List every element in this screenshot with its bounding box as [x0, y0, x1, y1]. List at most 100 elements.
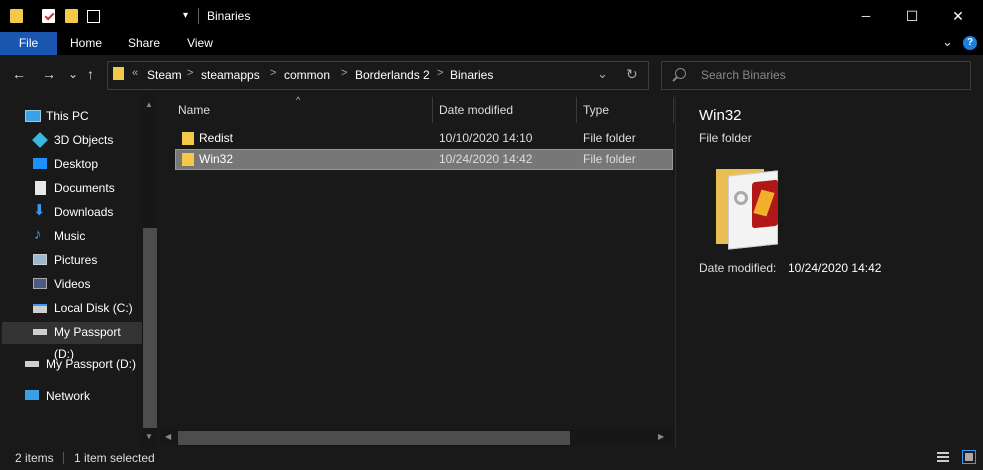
sidebar-item-network[interactable]: Network — [0, 385, 142, 407]
properties-icon[interactable] — [42, 9, 55, 23]
breadcrumb-binaries[interactable]: Binaries — [450, 68, 493, 82]
breadcrumb-separator-icon[interactable]: > — [187, 67, 193, 79]
sidebar-item-label: Desktop — [54, 157, 99, 171]
scroll-up-icon[interactable]: ▲ — [145, 100, 153, 109]
column-header-name[interactable]: Name — [178, 103, 210, 117]
sidebar-item-label: Downloads — [54, 205, 114, 219]
tab-view[interactable]: View — [176, 32, 224, 55]
sidebar-item-this-pc[interactable]: This PC — [0, 105, 142, 127]
sidebar-item-local-disk[interactable]: Local Disk (C:) — [0, 297, 142, 319]
breadcrumb-steamapps[interactable]: steamapps — [201, 68, 260, 82]
sidebar-item-downloads[interactable]: ⬇ Downloads — [0, 201, 142, 223]
help-icon[interactable]: ? — [963, 36, 977, 50]
address-dropdown-icon[interactable]: ⌄ — [597, 66, 608, 82]
pc-icon — [25, 110, 41, 122]
minimize-icon: ─ — [861, 9, 871, 23]
breadcrumb-overflow-icon[interactable]: « — [132, 67, 138, 79]
minimize-button[interactable]: ─ — [843, 0, 889, 32]
sidebar-item-label: Pictures — [54, 253, 98, 267]
file-row-win32[interactable]: Win32 10/24/2020 14:42 File folder — [175, 149, 673, 170]
details-type: File folder — [699, 131, 752, 145]
large-icons-view-icon[interactable] — [962, 450, 976, 464]
close-icon: ✕ — [952, 7, 964, 24]
up-button[interactable]: ↑ — [87, 66, 94, 82]
3d-objects-icon — [32, 132, 48, 148]
tab-share[interactable]: Share — [120, 32, 168, 55]
tab-home[interactable]: Home — [62, 32, 110, 55]
sidebar-item-label: Videos — [54, 277, 91, 291]
file-type: File folder — [583, 131, 636, 145]
drive-icon — [25, 361, 39, 367]
recent-locations-button[interactable]: ⌄ — [68, 67, 78, 81]
file-row-redist[interactable]: Redist 10/10/2020 14:10 File folder — [175, 128, 673, 149]
sidebar-item-music[interactable]: ♪ Music — [0, 225, 142, 247]
sidebar-item-3d-objects[interactable]: 3D Objects — [0, 129, 142, 151]
ribbon-tabs: File Home Share View ⌄ ? — [0, 32, 983, 55]
sidebar-item-documents[interactable]: Documents — [0, 177, 142, 199]
pictures-icon — [33, 254, 47, 265]
tab-file[interactable]: File — [0, 32, 57, 55]
sidebar-scroll-thumb[interactable] — [143, 228, 157, 428]
title-bar: ▾ Binaries ─ ☐ ✕ — [0, 0, 983, 32]
sidebar-item-label: Network — [46, 389, 91, 403]
breadcrumb-borderlands-2[interactable]: Borderlands 2 — [355, 68, 430, 82]
sidebar-item-label: Music — [54, 229, 86, 243]
column-header-type[interactable]: Type — [583, 103, 609, 117]
column-divider[interactable] — [576, 97, 577, 123]
local-disk-icon — [33, 304, 47, 313]
sidebar-item-my-passport[interactable]: My Passport (D:) — [0, 353, 142, 375]
address-folder-icon — [113, 67, 124, 80]
search-placeholder: Search Binaries — [701, 68, 786, 82]
file-date: 10/10/2020 14:10 — [439, 131, 533, 145]
sidebar-item-label: This PC — [46, 109, 89, 123]
folder-icon — [182, 153, 194, 166]
details-view-icon[interactable] — [937, 450, 949, 464]
qat-dropdown-icon[interactable]: ▾ — [183, 10, 188, 21]
expand-ribbon-icon[interactable]: ⌄ — [942, 34, 953, 50]
status-divider — [63, 452, 64, 464]
breadcrumb-common[interactable]: common — [284, 68, 330, 82]
breadcrumb-separator-icon[interactable]: > — [270, 67, 276, 79]
details-date-value: 10/24/2020 14:42 — [788, 261, 882, 275]
sidebar-item-pictures[interactable]: Pictures — [0, 249, 142, 271]
scroll-left-icon[interactable]: ◀ — [165, 432, 171, 441]
maximize-button[interactable]: ☐ — [889, 0, 935, 32]
status-item-count: 2 items — [15, 451, 54, 465]
new-folder-icon[interactable] — [65, 9, 78, 23]
quick-access-customize-icon[interactable] — [87, 10, 100, 23]
sidebar-item-videos[interactable]: Videos — [0, 273, 142, 295]
breadcrumb-steam[interactable]: Steam — [147, 68, 182, 82]
status-selected-count: 1 item selected — [74, 451, 155, 465]
sidebar-item-my-passport-selected[interactable]: My Passport (D:) — [0, 321, 142, 361]
sidebar-item-label: Local Disk (C:) — [54, 301, 133, 315]
scroll-down-icon[interactable]: ▼ — [145, 432, 153, 441]
sidebar-item-label: Documents — [54, 181, 115, 195]
file-name: Redist — [199, 131, 234, 145]
title-divider — [198, 8, 199, 24]
sidebar-item-label: My Passport (D:) — [46, 357, 137, 371]
breadcrumb-separator-icon[interactable]: > — [437, 67, 443, 79]
music-icon: ♪ — [34, 226, 42, 243]
scroll-right-icon[interactable]: ▶ — [658, 432, 664, 441]
breadcrumb-separator-icon[interactable]: > — [341, 67, 347, 79]
refresh-icon[interactable]: ↻ — [626, 66, 638, 83]
desktop-icon — [33, 158, 47, 169]
back-button[interactable]: ← — [12, 66, 26, 82]
large-folder-icon — [716, 163, 778, 250]
documents-icon — [35, 181, 46, 195]
forward-button[interactable]: → — [42, 66, 56, 82]
column-divider[interactable] — [432, 97, 433, 123]
maximize-icon: ☐ — [905, 7, 919, 24]
column-divider[interactable] — [673, 97, 674, 123]
close-button[interactable]: ✕ — [935, 0, 981, 32]
network-icon — [25, 390, 39, 400]
downloads-icon: ⬇ — [33, 202, 46, 219]
file-name: Win32 — [199, 152, 234, 166]
horizontal-scroll-thumb[interactable] — [178, 431, 570, 445]
drive-icon — [33, 329, 47, 335]
sidebar-item-desktop[interactable]: Desktop — [0, 153, 142, 175]
folder-icon — [182, 132, 194, 145]
sidebar-item-label: 3D Objects — [54, 133, 114, 147]
column-header-date[interactable]: Date modified — [439, 103, 513, 117]
window-title: Binaries — [207, 9, 251, 23]
